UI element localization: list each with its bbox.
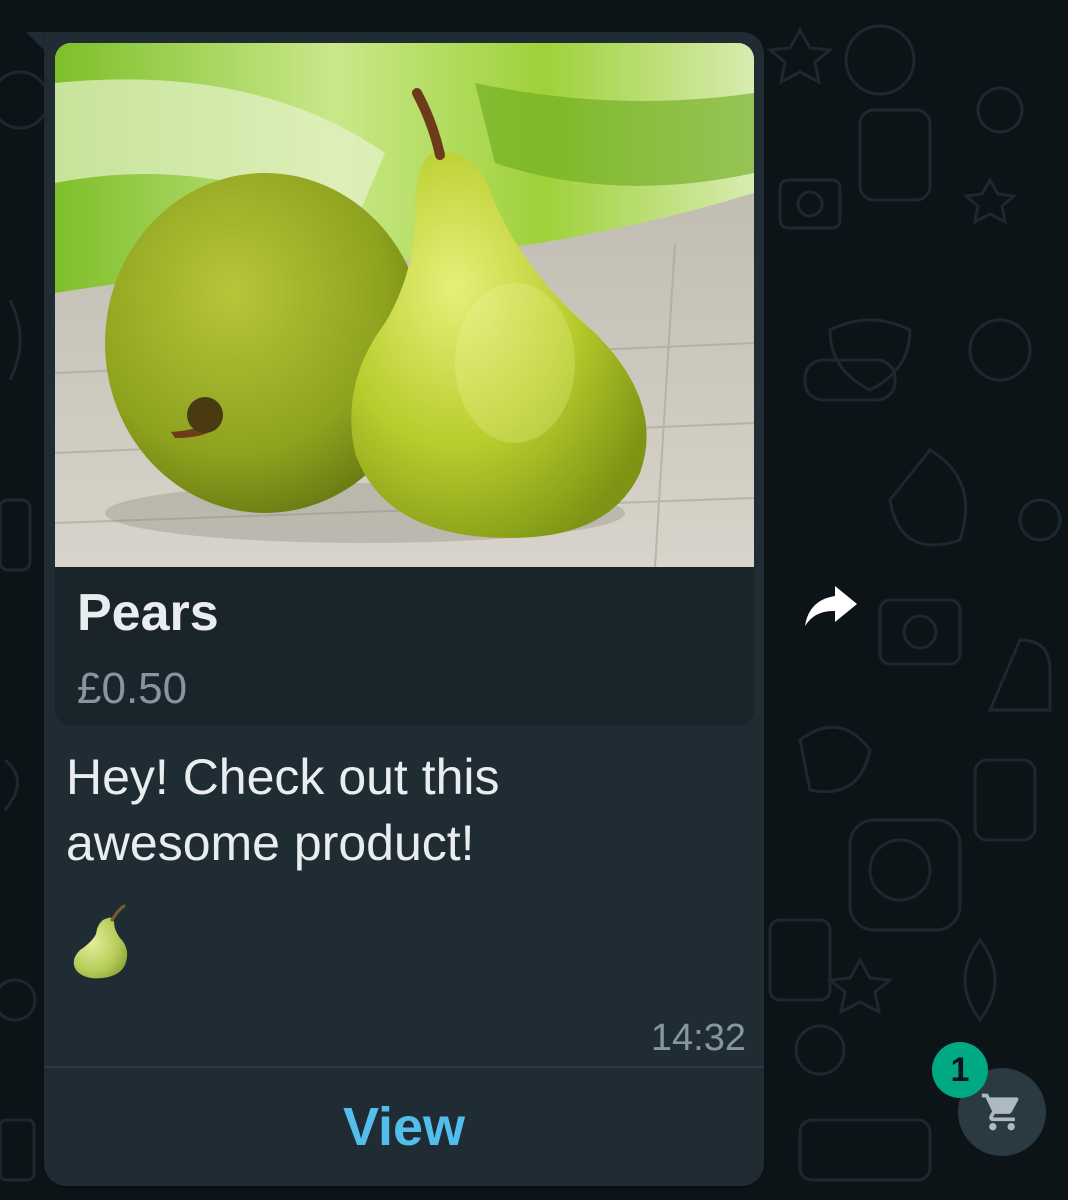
message-text: Hey! Check out this awesome product!: [66, 749, 500, 871]
product-card[interactable]: Pears £0.50: [55, 43, 754, 726]
message-timestamp: 14:32: [650, 1017, 746, 1059]
forward-arrow-icon: [805, 586, 857, 626]
product-image[interactable]: [55, 43, 754, 567]
view-button[interactable]: View: [44, 1068, 764, 1186]
shopping-cart-icon: [981, 1093, 1019, 1131]
product-name: Pears: [77, 584, 219, 642]
message-bubble: Pears £0.50 Hey! Check out this awesome …: [44, 32, 764, 1186]
pear-emoji: [73, 904, 128, 979]
cart-count-badge: 1: [932, 1042, 988, 1098]
forward-button[interactable]: [796, 576, 866, 636]
product-price: £0.50: [77, 664, 188, 713]
